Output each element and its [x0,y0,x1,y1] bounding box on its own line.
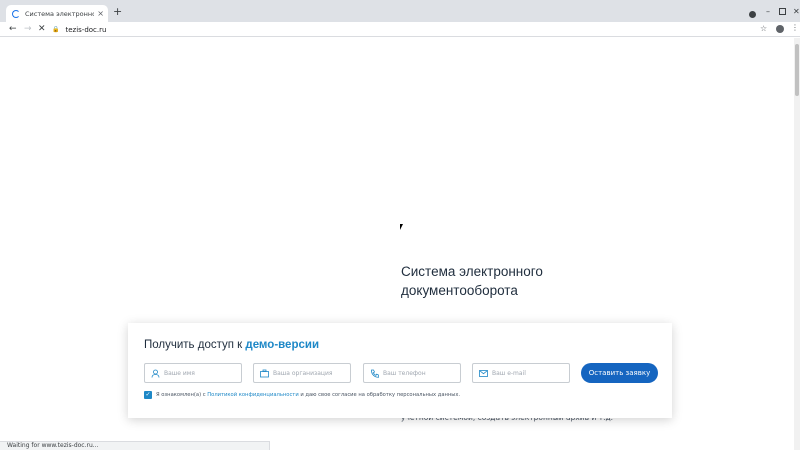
browser-toolbar: ← → ✕ 🔒 tezis-doc.ru ☆ ⋮ [0,22,800,37]
user-icon [151,369,160,378]
tab-search-icon[interactable] [749,11,756,18]
forward-arrow-icon[interactable]: → [24,24,32,35]
consent-text-after: и даю свое согласие на обработку персона… [298,392,461,398]
mail-icon [479,369,488,378]
organization-field-placeholder: Ваша организация [273,369,333,377]
scrollbar-thumb[interactable] [795,44,799,96]
tab-close-icon[interactable]: × [97,9,104,18]
url-text[interactable]: tezis-doc.ru [65,26,106,34]
bookmark-star-icon[interactable]: ☆ [760,24,767,33]
minimize-window-button[interactable]: – [766,8,770,16]
tab-title: Система электронного до [25,9,95,18]
browser-status-bar: Waiting for www.tezis-doc.ru... [0,441,270,450]
organization-field[interactable]: Ваша организация [253,363,351,383]
page-scrollbar[interactable] [794,38,800,450]
page-viewport: Система электронного документооборота уч… [0,38,794,450]
phone-field[interactable]: Ваш телефон [363,363,461,383]
browser-menu-icon[interactable]: ⋮ [791,23,799,32]
consent-row: ✓ Я ознакомлен(а) с Политикой конфиденци… [144,391,460,399]
account-avatar-icon[interactable] [776,25,784,33]
phone-field-placeholder: Ваш телефон [383,369,426,377]
browser-tab-bar: Система электронного до × + – ✕ [0,0,800,22]
consent-text-before: Я ознакомлен(а) с [156,392,208,398]
form-title-highlight: демо-версии [245,339,320,351]
hero-title: Система электронного документооборота [401,264,543,298]
close-window-button[interactable]: ✕ [793,8,800,16]
submit-request-button[interactable]: Оставить заявку [581,363,658,383]
new-tab-button[interactable]: + [113,6,122,17]
phone-icon [370,369,379,378]
email-field[interactable]: Ваш e-mail [472,363,570,383]
privacy-policy-link[interactable]: Политикой конфиденциальности [207,392,298,398]
maximize-window-button[interactable] [779,8,786,15]
demo-request-form: Получить доступ к демо-версии Ваше имя В… [128,323,672,418]
stop-loading-icon[interactable]: ✕ [38,24,46,35]
mouse-cursor-icon [400,224,403,230]
consent-checkbox[interactable]: ✓ [144,391,152,399]
name-field-placeholder: Ваше имя [164,369,195,377]
loading-spinner-icon [12,9,20,18]
form-title-prefix: Получить доступ к [144,339,246,351]
name-field[interactable]: Ваше имя [144,363,242,383]
address-bar[interactable]: 🔒 tezis-doc.ru [52,23,774,36]
briefcase-icon [260,369,269,378]
email-field-placeholder: Ваш e-mail [492,369,526,377]
lock-icon: 🔒 [52,26,60,33]
form-title: Получить доступ к демо-версии [144,339,319,351]
back-arrow-icon[interactable]: ← [9,24,17,35]
browser-tab[interactable]: Система электронного до × [6,5,108,22]
consent-text: Я ознакомлен(а) с Политикой конфиденциал… [156,392,460,398]
